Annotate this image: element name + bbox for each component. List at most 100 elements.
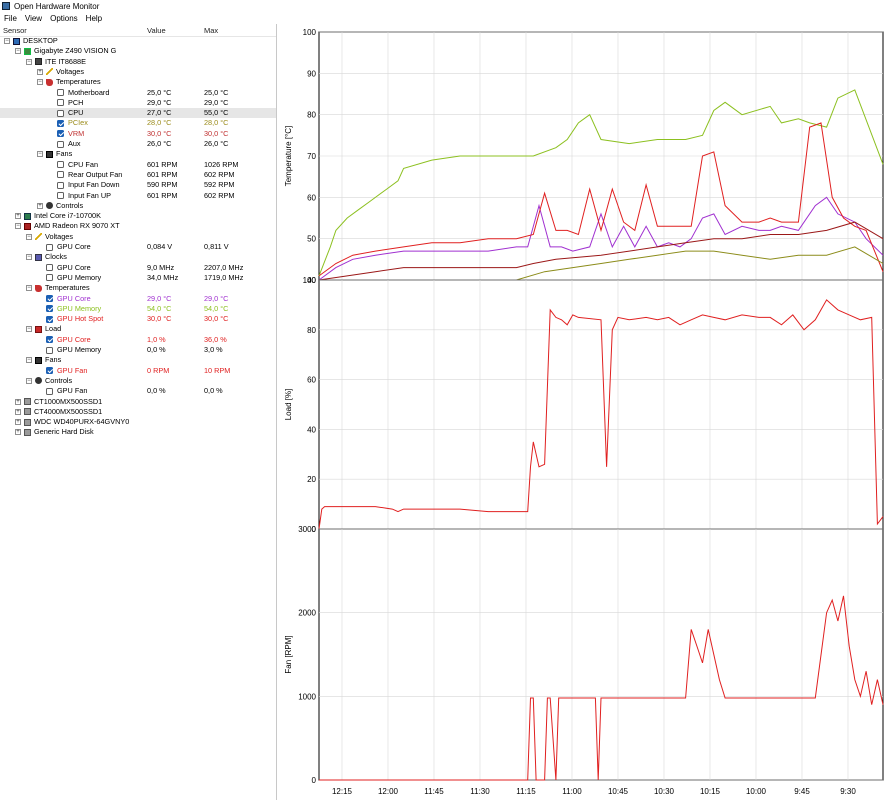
collapse-icon[interactable]: − — [26, 254, 32, 261]
monitor-icon — [13, 37, 20, 45]
collapse-icon[interactable]: − — [26, 357, 32, 364]
tree-row[interactable]: GPU Memory 34,0 MHz 1719,0 MHz — [0, 273, 276, 283]
tree-row[interactable]: − Temperatures — [0, 283, 276, 293]
expand-icon[interactable]: + — [15, 398, 21, 405]
menu-file[interactable]: File — [0, 14, 21, 23]
menu-options[interactable]: Options — [46, 14, 82, 23]
tree-row[interactable]: − Fans — [0, 355, 276, 365]
sensor-checkbox[interactable] — [57, 109, 64, 117]
collapse-icon[interactable]: − — [15, 223, 21, 230]
expand-icon[interactable]: + — [15, 429, 21, 436]
expand-icon[interactable]: + — [37, 68, 43, 75]
sensor-checkbox[interactable] — [46, 367, 53, 375]
menu-view[interactable]: View — [21, 14, 46, 23]
tree-row[interactable]: + Generic Hard Disk — [0, 427, 276, 437]
tree-row[interactable]: GPU Core 29,0 °C 29,0 °C — [0, 294, 276, 304]
sensor-checkbox[interactable] — [57, 181, 64, 189]
collapse-icon[interactable]: − — [26, 58, 32, 65]
tree-row[interactable]: GPU Hot Spot 30,0 °C 30,0 °C — [0, 314, 276, 324]
sensor-label: WDC WD40PURX-64GVNY0 — [34, 417, 130, 427]
sensor-checkbox[interactable] — [57, 171, 64, 179]
sensor-max: 36,0 % — [204, 334, 227, 344]
tree-row[interactable]: GPU Memory 0,0 % 3,0 % — [0, 345, 276, 355]
sensor-checkbox[interactable] — [57, 192, 64, 199]
column-sensor[interactable]: Sensor — [3, 26, 27, 35]
tree-row[interactable]: Rear Output Fan 601 RPM 602 RPM — [0, 170, 276, 180]
tree-row[interactable]: GPU Core 1,0 % 36,0 % — [0, 335, 276, 345]
tree-row[interactable]: GPU Fan 0,0 % 0,0 % — [0, 386, 276, 396]
sensor-label: Controls — [45, 375, 73, 385]
tree-row[interactable]: GPU Core 0,084 V 0,811 V — [0, 242, 276, 252]
sensor-checkbox[interactable] — [57, 89, 64, 96]
sensor-checkbox[interactable] — [46, 387, 53, 395]
tree-row[interactable]: Input Fan Down 590 RPM 592 RPM — [0, 180, 276, 190]
sensor-checkbox[interactable] — [46, 295, 53, 302]
column-value[interactable]: Value — [147, 26, 166, 35]
collapse-icon[interactable]: − — [37, 79, 43, 86]
sensor-tree[interactable]: Sensor Value Max − DESKTOP − Gigabyte Z490 … — [0, 24, 276, 800]
tree-row[interactable]: − AMD Radeon RX 9070 XT — [0, 221, 276, 231]
ctrl-icon — [46, 202, 53, 210]
expand-icon[interactable]: + — [15, 419, 21, 426]
sensor-checkbox[interactable] — [57, 99, 64, 107]
tree-row[interactable]: GPU Memory 54,0 °C 54,0 °C — [0, 304, 276, 314]
sensor-checkbox[interactable] — [46, 305, 53, 313]
sensor-label: GPU Fan — [57, 365, 88, 375]
tree-row[interactable]: + Voltages — [0, 67, 276, 77]
menu-help[interactable]: Help — [82, 14, 106, 23]
sensor-max: 1026 RPM — [204, 159, 239, 169]
tree-row[interactable]: PCH 29,0 °C 29,0 °C — [0, 98, 276, 108]
tree-row[interactable]: GPU Core 9,0 MHz 2207,0 MHz — [0, 263, 276, 273]
tree-row[interactable]: PCIex 28,0 °C 28,0 °C — [0, 118, 276, 128]
tree-row[interactable]: + WDC WD40PURX-64GVNY0 — [0, 417, 276, 427]
sensor-checkbox[interactable] — [46, 315, 53, 323]
tree-row[interactable]: + Controls — [0, 201, 276, 211]
sensor-value: 0 RPM — [147, 365, 170, 375]
expand-icon[interactable]: + — [15, 408, 21, 415]
collapse-icon[interactable]: − — [26, 233, 32, 240]
sensor-checkbox[interactable] — [57, 119, 64, 127]
tree-row[interactable]: Motherboard 25,0 °C 25,0 °C — [0, 88, 276, 98]
tree-row[interactable]: − Controls — [0, 376, 276, 386]
sensor-label: Intel Core i7-10700K — [34, 211, 101, 221]
tree-row[interactable]: Aux 26,0 °C 26,0 °C — [0, 139, 276, 149]
collapse-icon[interactable]: − — [26, 285, 32, 292]
sensor-value: 26,0 °C — [147, 139, 172, 148]
tree-row[interactable]: + Intel Core i7-10700K — [0, 211, 276, 221]
sensor-checkbox[interactable] — [46, 346, 53, 354]
window-title: Open Hardware Monitor — [14, 1, 100, 11]
collapse-icon[interactable]: − — [37, 151, 43, 158]
sensor-checkbox[interactable] — [46, 336, 53, 344]
tree-row[interactable]: GPU Fan 0 RPM 10 RPM — [0, 366, 276, 376]
sensor-label: CPU Fan — [68, 159, 99, 169]
expand-icon[interactable]: + — [15, 213, 21, 220]
title-bar: Open Hardware Monitor — [0, 0, 885, 12]
sensor-checkbox[interactable] — [46, 264, 53, 272]
tree-row[interactable]: − Load — [0, 324, 276, 334]
sensor-checkbox[interactable] — [57, 130, 64, 138]
collapse-icon[interactable]: − — [4, 38, 10, 44]
tree-row[interactable]: − Fans — [0, 149, 276, 159]
y-tick-label: 50 — [307, 235, 316, 244]
collapse-icon[interactable]: − — [26, 326, 32, 333]
sensor-checkbox[interactable] — [46, 243, 53, 251]
tree-row[interactable]: CPU 27,0 °C 55,0 °C — [0, 108, 276, 119]
sensor-checkbox[interactable] — [57, 161, 64, 169]
tree-row[interactable]: − Gigabyte Z490 VISION G — [0, 46, 276, 56]
tree-row[interactable]: VRM 30,0 °C 30,0 °C — [0, 129, 276, 139]
expand-icon[interactable]: + — [37, 202, 43, 209]
tree-row[interactable]: + CT1000MX500SSD1 — [0, 397, 276, 407]
collapse-icon[interactable]: − — [15, 48, 21, 55]
tree-row[interactable]: + CT4000MX500SSD1 — [0, 407, 276, 417]
tree-row[interactable]: Input Fan UP 601 RPM 602 RPM — [0, 191, 276, 201]
sensor-checkbox[interactable] — [57, 140, 64, 148]
tree-row[interactable]: − Voltages — [0, 232, 276, 242]
sensor-checkbox[interactable] — [46, 274, 53, 282]
collapse-icon[interactable]: − — [26, 377, 32, 384]
column-max[interactable]: Max — [204, 26, 218, 35]
tree-row[interactable]: − DESKTOP — [0, 36, 276, 46]
tree-row[interactable]: − Temperatures — [0, 77, 276, 87]
tree-row[interactable]: − ITE IT8688E — [0, 57, 276, 67]
tree-row[interactable]: CPU Fan 601 RPM 1026 RPM — [0, 160, 276, 170]
tree-row[interactable]: − Clocks — [0, 252, 276, 262]
